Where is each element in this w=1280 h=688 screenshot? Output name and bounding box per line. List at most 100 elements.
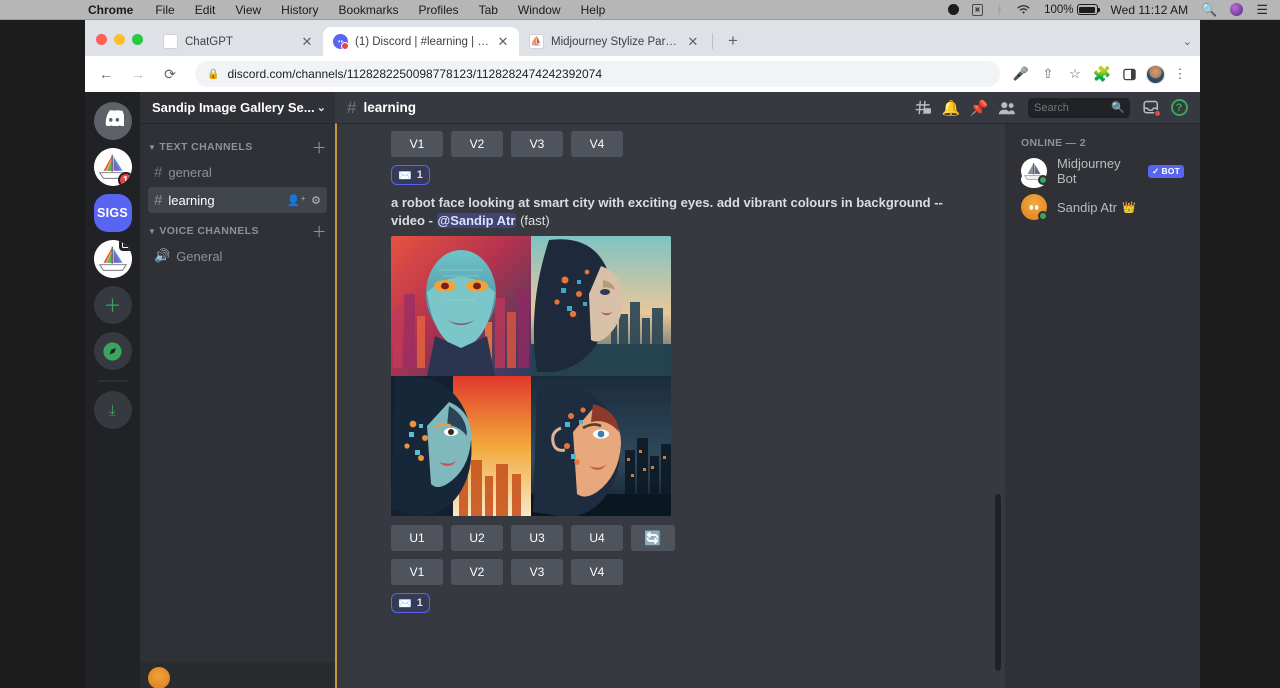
share-icon[interactable]: ⇧	[1036, 62, 1060, 86]
reload-icon[interactable]: ⟳	[157, 61, 183, 87]
sidebar-channel-learning[interactable]: # learning 👤⁺ ⚙	[148, 187, 327, 213]
sidebar-channel-voice-general[interactable]: 🔊 General	[148, 243, 327, 269]
variation-button-v4[interactable]: V4	[571, 559, 623, 585]
reaction-envelope-top[interactable]: ✉️ 1	[391, 165, 430, 185]
gear-icon[interactable]: ⚙	[311, 194, 321, 207]
variation-button-v2[interactable]: V2	[451, 131, 503, 157]
variation-button-v3[interactable]: V3	[511, 559, 563, 585]
close-window-button[interactable]	[96, 34, 107, 45]
menu-item-profiles[interactable]: Profiles	[419, 3, 459, 17]
profile-avatar-icon[interactable]	[1146, 65, 1165, 84]
hash-icon: #	[154, 192, 162, 209]
unread-badge: 1	[118, 172, 132, 186]
variation-button-v4[interactable]: V4	[571, 131, 623, 157]
spotlight-search-icon[interactable]: 🔍	[1201, 2, 1217, 18]
add-server-plus-icon[interactable]: ＋	[94, 286, 132, 324]
menu-item-history[interactable]: History	[281, 3, 318, 17]
control-center-icon[interactable]: ☰	[1256, 2, 1267, 18]
sailboat-server-1[interactable]: 1	[94, 148, 132, 186]
new-tab-button[interactable]: +	[720, 28, 746, 54]
category-text-channels[interactable]: ▼ TEXT CHANNELS ＋	[140, 137, 335, 157]
chevron-down-icon[interactable]: ⌄	[317, 101, 326, 114]
puzzle-piece-icon[interactable]: 🧩	[1090, 62, 1114, 86]
reroll-icon[interactable]: 🔄	[631, 525, 675, 551]
member-sandip-atr[interactable]: Sandip Atr 👑	[1013, 189, 1192, 225]
reaction-count: 1	[417, 597, 423, 609]
grid-image-3[interactable]	[391, 376, 531, 516]
close-tab-button[interactable]: ✕	[299, 34, 315, 50]
sailboat-server-2[interactable]	[94, 240, 132, 278]
user-mention[interactable]: @Sandip Atr	[437, 213, 517, 228]
guild-header[interactable]: Sandip Image Gallery Se... ⌄	[140, 92, 335, 123]
battery-indicator[interactable]: 100%	[1044, 4, 1097, 16]
status-online-dot	[1038, 175, 1048, 185]
pin-icon[interactable]: 📌	[966, 96, 992, 120]
help-circle-icon[interactable]: ?	[1166, 96, 1192, 120]
address-bar[interactable]: 🔒 discord.com/channels/11282822500987781…	[195, 61, 1000, 87]
upscale-button-u3[interactable]: U3	[511, 525, 563, 551]
reaction-envelope-bottom[interactable]: ✉️ 1	[391, 593, 430, 613]
message-scrollbar[interactable]	[994, 129, 1002, 682]
menu-item-bookmarks[interactable]: Bookmarks	[339, 3, 399, 17]
menu-item-window[interactable]: Window	[518, 3, 561, 17]
bluetooth-icon[interactable]: ᚼ	[996, 3, 1003, 17]
upscale-button-u2[interactable]: U2	[451, 525, 503, 551]
create-channel-plus-icon[interactable]: ＋	[312, 137, 327, 158]
variation-button-v3[interactable]: V3	[511, 131, 563, 157]
grid-image-4[interactable]	[531, 376, 671, 516]
browser-tab-chatgpt[interactable]: ◉ ChatGPT ✕	[153, 27, 323, 56]
wifi-icon[interactable]	[1016, 4, 1031, 15]
category-voice-channels[interactable]: ▼ VOICE CHANNELS ＋	[140, 221, 335, 241]
bell-icon[interactable]: 🔔	[938, 96, 964, 120]
siri-icon[interactable]	[1230, 3, 1243, 16]
back-arrow-icon[interactable]: ←	[93, 61, 119, 87]
variation-button-v1[interactable]: V1	[391, 559, 443, 585]
member-list-title: ONLINE — 2	[1005, 137, 1200, 153]
download-apps-icon[interactable]: ⤓	[94, 391, 132, 429]
add-member-icon[interactable]: 👤⁺	[287, 194, 307, 207]
create-channel-plus-icon[interactable]: ＋	[312, 221, 327, 242]
explore-compass-icon[interactable]	[94, 332, 132, 370]
threads-icon[interactable]	[910, 96, 936, 120]
side-panel-icon[interactable]	[1117, 62, 1141, 86]
grid-image-2[interactable]	[531, 236, 671, 376]
maximize-window-button[interactable]	[132, 34, 143, 45]
upscale-button-u4[interactable]: U4	[571, 525, 623, 551]
menu-item-tab[interactable]: Tab	[479, 3, 498, 17]
tab-title: ChatGPT	[185, 36, 295, 48]
scrollbar-thumb[interactable]	[995, 494, 1001, 671]
sidebar-channel-general[interactable]: # general	[148, 159, 327, 185]
close-tab-button[interactable]: ✕	[495, 34, 511, 50]
search-input[interactable]: Search 🔍	[1028, 98, 1130, 118]
forward-arrow-icon[interactable]: →	[125, 61, 151, 87]
inbox-icon[interactable]	[1138, 96, 1164, 120]
members-icon[interactable]	[994, 96, 1020, 120]
close-tab-button[interactable]: ✕	[685, 34, 701, 50]
minimize-window-button[interactable]	[114, 34, 125, 45]
variation-button-v2[interactable]: V2	[451, 559, 503, 585]
menu-item-file[interactable]: File	[155, 3, 174, 17]
member-midjourney-bot[interactable]: Midjourney Bot ✓BOT	[1013, 153, 1192, 189]
upscale-button-u1[interactable]: U1	[391, 525, 443, 551]
user-panel[interactable]	[140, 662, 335, 688]
sigs-server[interactable]: SIGS	[94, 194, 132, 232]
guild-name: Sandip Image Gallery Se...	[152, 100, 317, 115]
menu-app-name[interactable]: Chrome	[88, 3, 133, 17]
grid-image-1[interactable]	[391, 236, 531, 376]
menu-clock[interactable]: Wed 11:12 AM	[1111, 3, 1189, 17]
midjourney-image-grid[interactable]	[391, 236, 671, 516]
three-dot-menu-icon[interactable]: ⋮	[1168, 62, 1192, 86]
microphone-icon[interactable]: 🎤	[1009, 62, 1033, 86]
variation-button-v1[interactable]: V1	[391, 131, 443, 157]
discord-home-icon[interactable]	[94, 102, 132, 140]
menu-item-help[interactable]: Help	[581, 3, 606, 17]
record-dot-icon[interactable]	[948, 4, 959, 15]
menu-item-view[interactable]: View	[235, 3, 261, 17]
browser-tab-midjourney[interactable]: ⛵ Midjourney Stylize Parameter ✕	[519, 27, 709, 56]
star-icon[interactable]: ☆	[1063, 62, 1087, 86]
browser-tab-discord[interactable]: (1) Discord | #learning | Sandip ✕	[323, 27, 519, 56]
tab-search-chevron-down-icon[interactable]: ⌄	[1183, 35, 1192, 48]
screen-mirroring-icon[interactable]: ▣	[972, 4, 983, 16]
current-user-avatar[interactable]	[148, 667, 170, 688]
menu-item-edit[interactable]: Edit	[195, 3, 216, 17]
